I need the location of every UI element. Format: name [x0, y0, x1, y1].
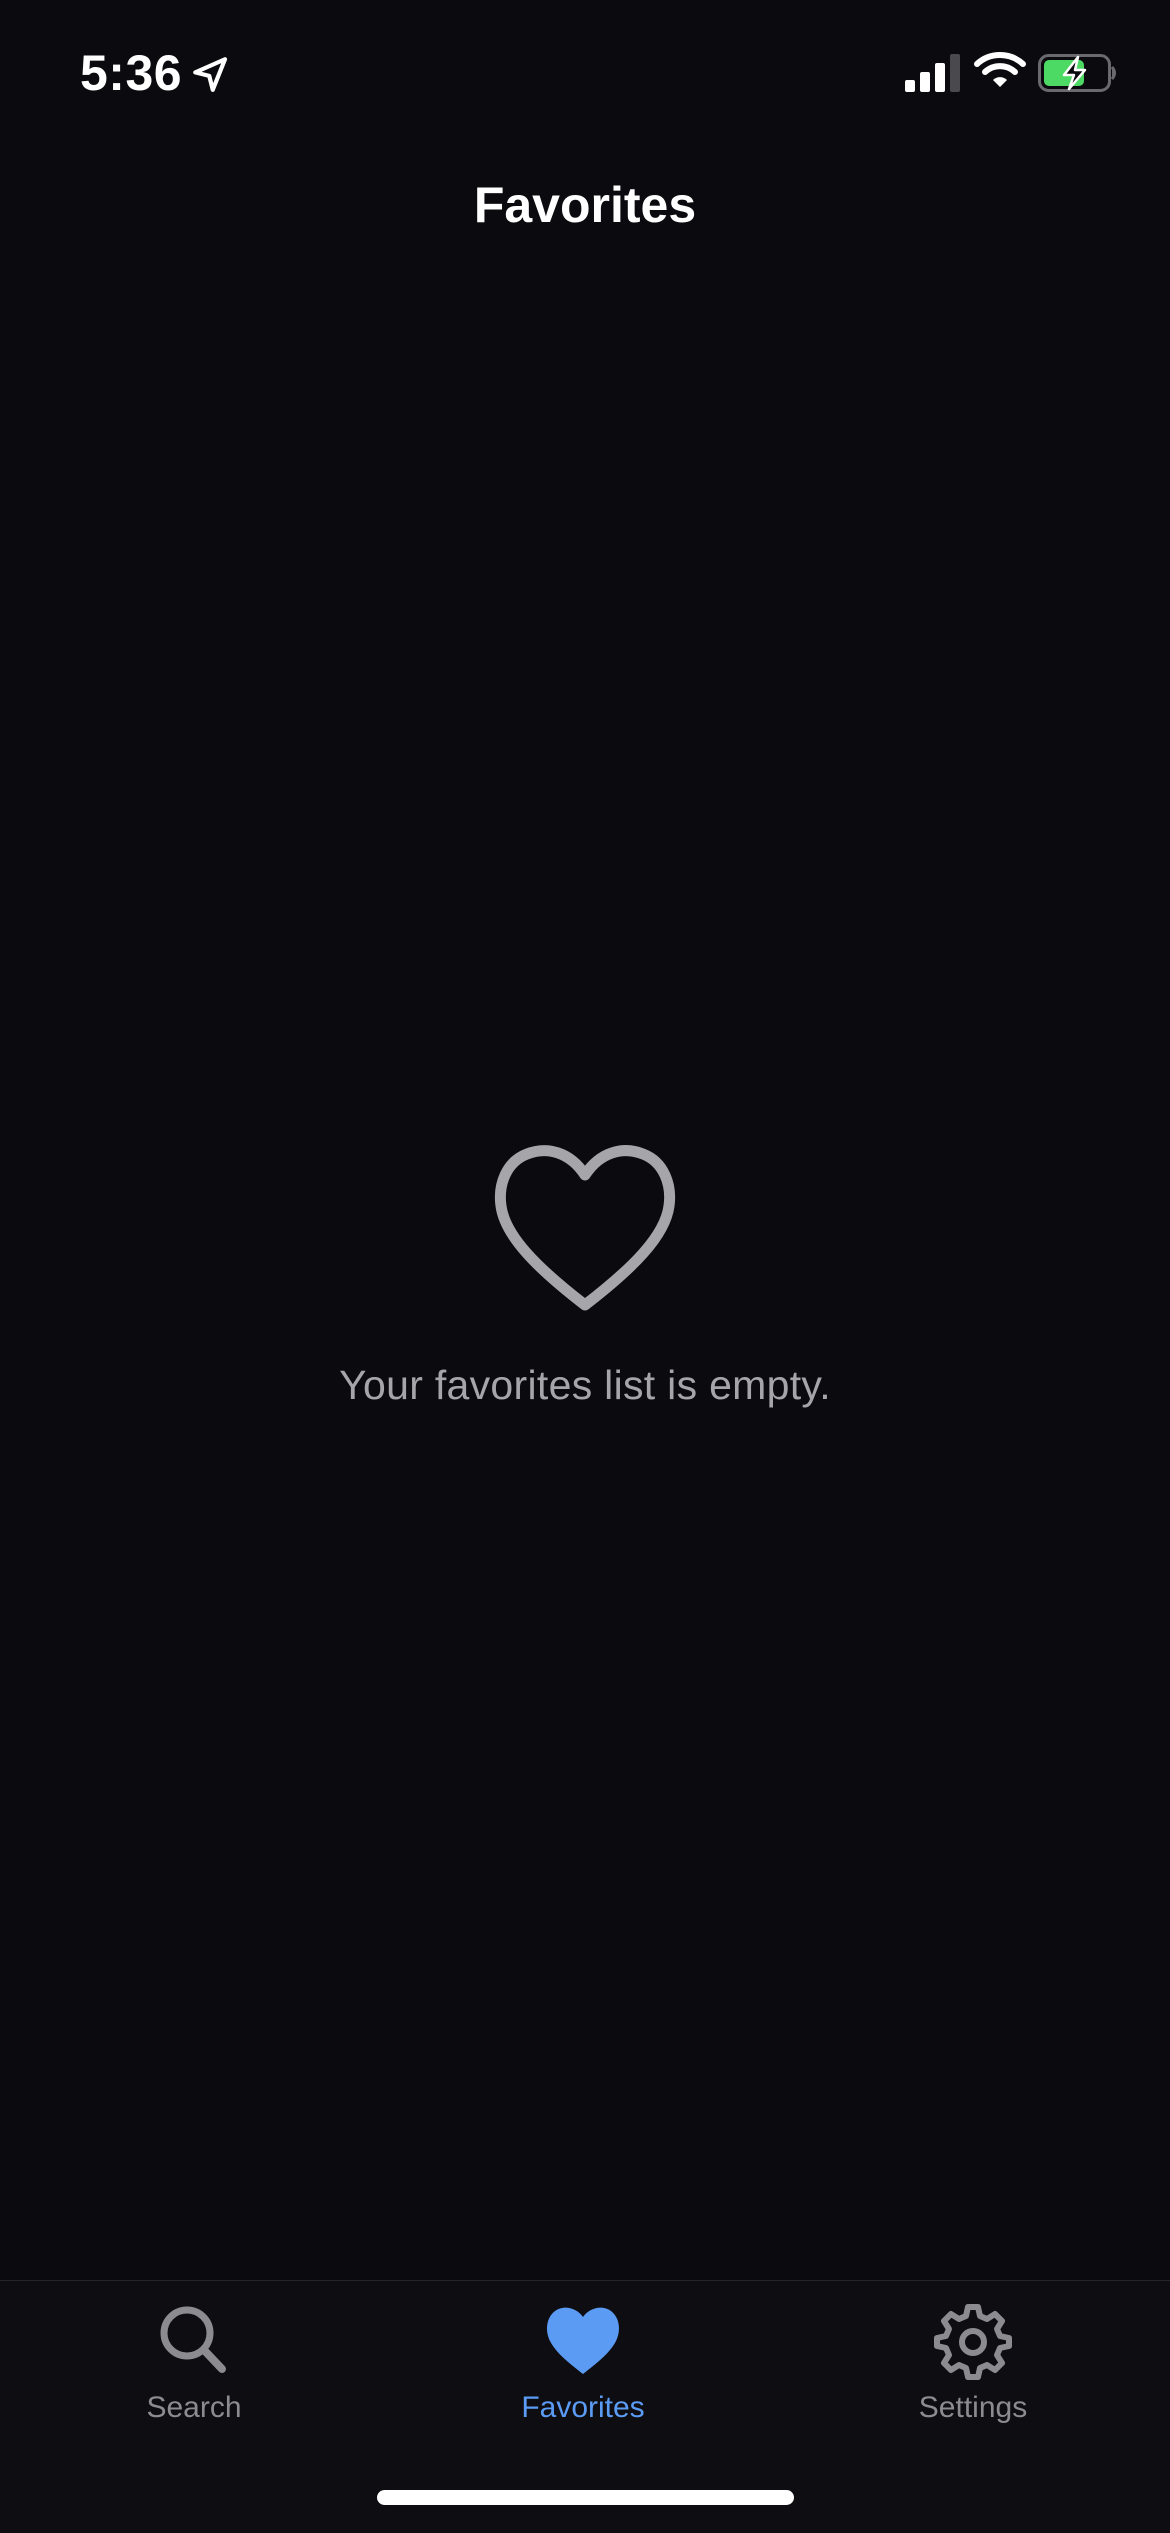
- location-arrow-icon: [193, 57, 228, 92]
- cellular-signal-icon: [905, 54, 960, 92]
- wifi-icon: [974, 52, 1026, 87]
- tab-label-settings: Settings: [918, 2391, 1028, 2424]
- heart-icon: [547, 2307, 619, 2374]
- battery-charging-icon: [1038, 54, 1116, 92]
- home-indicator[interactable]: [377, 2490, 794, 2505]
- tab-search[interactable]: Search: [44, 2301, 344, 2451]
- heart-outline-icon: [494, 1145, 676, 1311]
- tab-label-favorites: Favorites: [521, 2391, 645, 2424]
- empty-state: Your favorites list is empty.: [0, 1140, 1170, 1409]
- magnifying-glass-icon: [160, 2306, 226, 2373]
- gear-icon: [934, 2304, 1012, 2380]
- tab-label-search: Search: [146, 2391, 242, 2424]
- page-title: Favorites: [473, 177, 697, 233]
- empty-state-message: Your favorites list is empty.: [339, 1362, 831, 1408]
- status-bar: 5:36: [0, 0, 1170, 140]
- tab-settings[interactable]: Settings: [823, 2301, 1123, 2451]
- status-time: 5:36: [80, 45, 183, 101]
- tab-favorites[interactable]: Favorites: [433, 2301, 733, 2451]
